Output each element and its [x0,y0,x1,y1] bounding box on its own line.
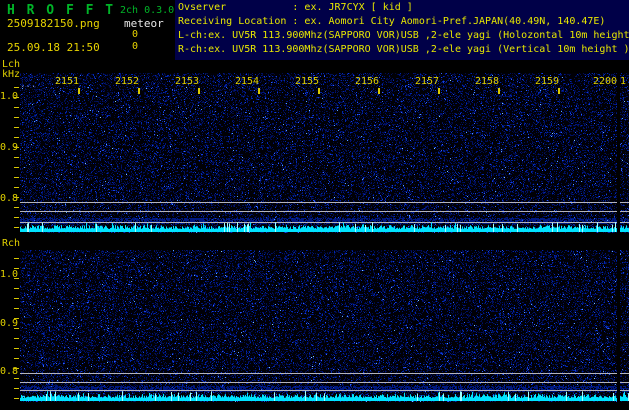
freq-tick [14,187,19,188]
hrofft-screen: H R O F F T 2ch 0.3.0 2509182150.png met… [0,0,629,410]
meteor-count-upper: 0 [132,29,139,40]
meteor-count-lower: 0 [132,41,139,52]
freq-tick [14,338,19,339]
rch-spectrogram [20,250,629,402]
time-label: 2155 [294,76,320,87]
freq-tick [14,268,19,269]
freq-tick [14,227,19,228]
freq-tick [14,207,19,208]
time-label: 2153 [174,76,200,87]
time-label: 2158 [474,76,500,87]
freq-tick [14,398,19,399]
lch-ytick-0_8: 0.8 [0,193,19,204]
freq-tick [14,358,19,359]
time-label: 2200 [592,76,618,87]
freq-tick [14,378,19,379]
freq-tick [14,117,19,118]
location-line: Receiving Location : ex. Aomori City Aom… [178,16,606,27]
time-label: 2154 [234,76,260,87]
time-label-partial: 1 [619,76,627,87]
lch-spectrogram [20,73,629,233]
khz-unit-label: kHz [2,69,21,80]
freq-tick [14,348,19,349]
lch-rig-line: L-ch:ex. UV5R 113.900Mhz(SAPPORO VOR)USB… [178,30,629,41]
freq-tick [14,137,19,138]
freq-tick [14,258,19,259]
timestamp: 25.09.18 21:50 [7,41,100,54]
freq-tick [14,127,19,128]
time-label: 2151 [54,76,80,87]
app-title: H R O F F T [7,3,116,18]
freq-tick [14,328,19,329]
rch-panel-label: Rch [2,238,21,249]
freq-tick [14,388,19,389]
freq-tick [14,167,19,168]
observer-line: Ovserver : ex. JR7CYX [ kid ] [178,2,413,13]
freq-tick [14,87,19,88]
time-label: 2156 [354,76,380,87]
freq-tick [14,217,19,218]
rch-rig-line: R-ch:ex. UV5R 113.900Mhz(SAPPORO VOR)USB… [178,44,629,55]
freq-tick [14,197,19,198]
freq-tick [14,368,19,369]
freq-tick [14,107,19,108]
meteor-counter-label: meteor [124,17,164,30]
freq-tick [14,278,19,279]
time-axis-leading-dots: ... [20,80,37,90]
output-filename: 2509182150.png [7,17,100,30]
freq-tick [14,147,19,148]
freq-tick [14,298,19,299]
freq-tick [14,288,19,289]
freq-tick [14,318,19,319]
freq-tick [14,177,19,178]
time-label: 2159 [534,76,560,87]
app-version: 2ch 0.3.0 [120,5,175,16]
freq-tick [14,97,19,98]
time-label: 2157 [414,76,440,87]
freq-tick [14,157,19,158]
lch-ytick-0_9: 0.9 [0,142,19,153]
time-label: 2152 [114,76,140,87]
freq-tick [14,308,19,309]
